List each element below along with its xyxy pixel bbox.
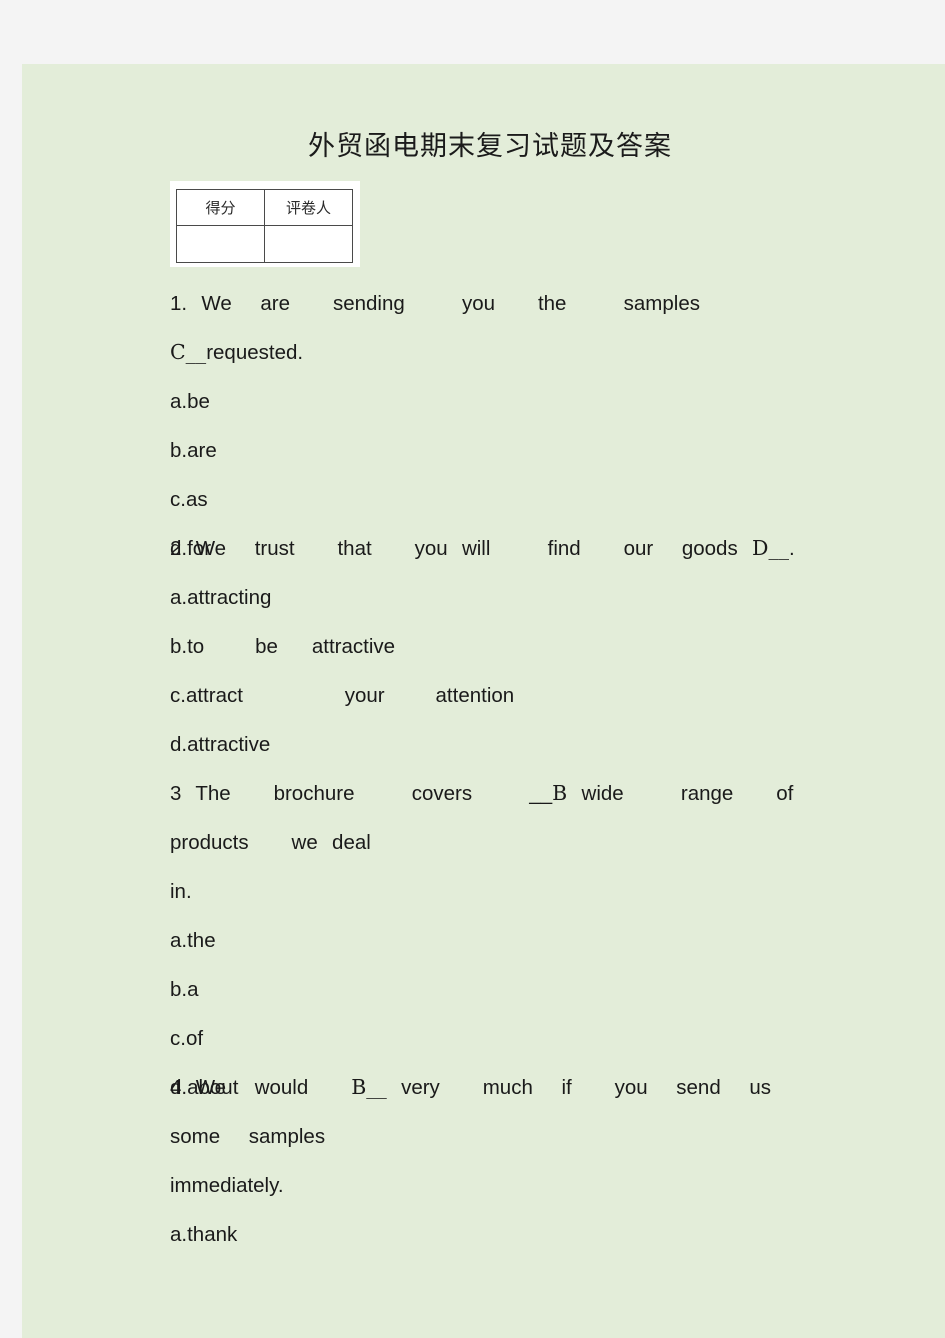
question-4-stem-before: 4 We would [170, 1076, 352, 1099]
score-table: 得分 评卷人 [176, 189, 353, 263]
question-2-option-a[interactable]: a.attracting [170, 573, 830, 622]
question-1-option-c[interactable]: c.as [170, 475, 830, 524]
grader-value-cell[interactable] [264, 225, 353, 263]
question-3-option-a[interactable]: a.the [170, 916, 830, 965]
question-1-stem-before: 1. We are sending you the samples [170, 292, 743, 315]
question-1-stem: 1. We are sending you the samples C__req… [170, 279, 830, 377]
question-4-answer: B__ [351, 1075, 387, 1099]
question-1-answer: C__ [170, 340, 207, 364]
table-row-header: 得分 评卷人 [176, 189, 353, 226]
page-content: 外贸函电期末复习试题及答案 得分 评卷人 1. We are sending y… [148, 64, 848, 1338]
question-3-option-b[interactable]: b.a [170, 965, 830, 1014]
question-2-option-c[interactable]: c.attract your attention [170, 671, 830, 720]
question-4-option-a[interactable]: a.thank [170, 1210, 830, 1259]
question-3-stem-line2: in. [170, 880, 192, 903]
question-2-option-d[interactable]: d.attractive [170, 720, 830, 769]
question-1-stem-after: requested. [206, 341, 304, 364]
question-2: 2 We trust that you will find our goods … [170, 524, 830, 769]
question-3-stem: 3 The brochure covers __B wide range of … [170, 769, 830, 867]
question-3-answer: B [552, 781, 568, 805]
question-4: 4 We would B__ very much if you send us … [170, 1063, 830, 1259]
question-2-stem-after: . [788, 537, 795, 560]
question-1-option-b[interactable]: b.are [170, 426, 830, 475]
question-3-stem-before: 3 The brochure covers __ [170, 782, 553, 805]
question-2-stem: 2 We trust that you will find our goods … [170, 524, 830, 573]
question-4-stem: 4 We would B__ very much if you send us … [170, 1063, 830, 1161]
question-3-option-c[interactable]: c.of [170, 1014, 830, 1063]
question-2-stem-before: 2 We trust that you will find our goods [170, 537, 753, 560]
table-row-values [176, 225, 353, 263]
question-4-stem-line2: immediately. [170, 1174, 284, 1197]
grader-header-cell: 评卷人 [264, 189, 353, 226]
score-header-cell: 得分 [176, 189, 265, 226]
page-title: 外贸函电期末复习试题及答案 [308, 131, 672, 162]
question-2-answer: D__ [752, 536, 789, 560]
document-page: 外贸函电期末复习试题及答案 得分 评卷人 1. We are sending y… [22, 64, 945, 1338]
score-table-container: 得分 评卷人 [170, 181, 360, 267]
question-2-option-b[interactable]: b.to be attractive [170, 622, 830, 671]
question-3: 3 The brochure covers __B wide range of … [170, 769, 830, 1112]
question-1-option-a[interactable]: a.be [170, 377, 830, 426]
score-value-cell[interactable] [176, 225, 265, 263]
